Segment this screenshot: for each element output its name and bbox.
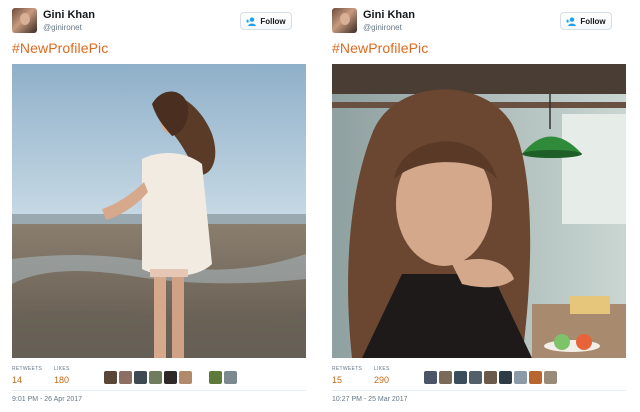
avatar[interactable]: [332, 8, 357, 33]
liker-avatar[interactable]: [119, 371, 132, 384]
liker-avatar[interactable]: [209, 371, 222, 384]
liker-avatar[interactable]: [194, 371, 207, 384]
avatar[interactable]: [12, 8, 37, 33]
likes-stat[interactable]: LIKES 180: [54, 366, 70, 385]
liker-avatar[interactable]: [454, 371, 467, 384]
follow-label: Follow: [260, 16, 286, 26]
likers-avatars: [104, 371, 237, 384]
retweets-label: RETWEETS: [332, 366, 363, 372]
liker-avatar[interactable]: [104, 371, 117, 384]
liker-avatar[interactable]: [529, 371, 542, 384]
liker-avatar[interactable]: [149, 371, 162, 384]
tweet-card: Gini Khan @ginironet Follow #NewProfileP…: [6, 0, 312, 412]
liker-avatar[interactable]: [499, 371, 512, 384]
retweets-count: 14: [12, 375, 23, 385]
retweets-stat[interactable]: RETWEETS 15: [332, 366, 362, 385]
likes-count: 180: [54, 375, 70, 385]
add-user-icon: [566, 16, 577, 26]
likes-label: LIKES: [54, 366, 70, 372]
likers-avatars: [424, 371, 557, 384]
liker-avatar[interactable]: [424, 371, 437, 384]
hashtag-link[interactable]: #NewProfilePic: [332, 40, 428, 56]
likes-label: LIKES: [374, 366, 390, 372]
liker-avatar[interactable]: [179, 371, 192, 384]
tweet-card: Gini Khan @ginironet Follow #NewProfileP…: [326, 0, 632, 412]
retweets-stat[interactable]: RETWEETS 14: [12, 366, 42, 385]
hashtag-link[interactable]: #NewProfilePic: [12, 40, 108, 56]
likes-stat[interactable]: LIKES 290: [374, 366, 390, 385]
liker-avatar[interactable]: [544, 371, 557, 384]
follow-button[interactable]: Follow: [560, 12, 612, 30]
user-name[interactable]: Gini Khan: [43, 9, 95, 21]
user-name[interactable]: Gini Khan: [363, 9, 415, 21]
user-handle[interactable]: @ginironet: [43, 23, 82, 32]
tweet-stats: RETWEETS 14 LIKES 180: [12, 366, 306, 390]
divider: [12, 390, 306, 391]
liker-avatar[interactable]: [224, 371, 237, 384]
add-user-icon: [246, 16, 257, 26]
retweets-label: RETWEETS: [12, 366, 43, 372]
tweet-timestamp[interactable]: 10:27 PM - 25 Mar 2017: [332, 396, 408, 403]
divider: [332, 390, 626, 391]
likes-count: 290: [374, 375, 390, 385]
follow-label: Follow: [580, 16, 606, 26]
user-handle[interactable]: @ginironet: [363, 23, 402, 32]
tweet-stats: RETWEETS 15 LIKES 290: [332, 366, 626, 390]
follow-button[interactable]: Follow: [240, 12, 292, 30]
retweets-count: 15: [332, 375, 343, 385]
tweet-photo[interactable]: [12, 64, 306, 358]
liker-avatar[interactable]: [164, 371, 177, 384]
liker-avatar[interactable]: [484, 371, 497, 384]
liker-avatar[interactable]: [514, 371, 527, 384]
tweet-timestamp[interactable]: 9:01 PM - 26 Apr 2017: [12, 396, 82, 403]
tweet-photo[interactable]: [332, 64, 626, 358]
liker-avatar[interactable]: [469, 371, 482, 384]
liker-avatar[interactable]: [439, 371, 452, 384]
liker-avatar[interactable]: [134, 371, 147, 384]
